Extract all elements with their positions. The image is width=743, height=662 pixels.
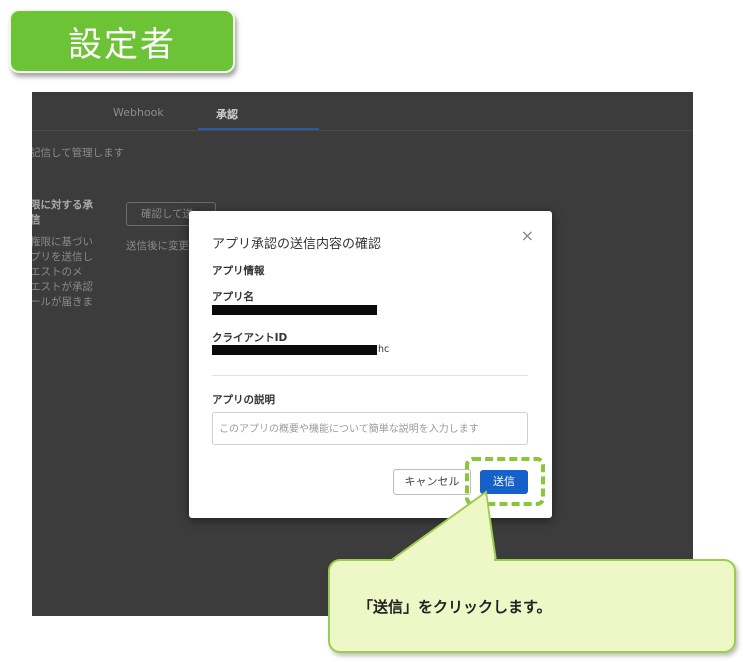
callout-pointer-join xyxy=(393,496,494,561)
